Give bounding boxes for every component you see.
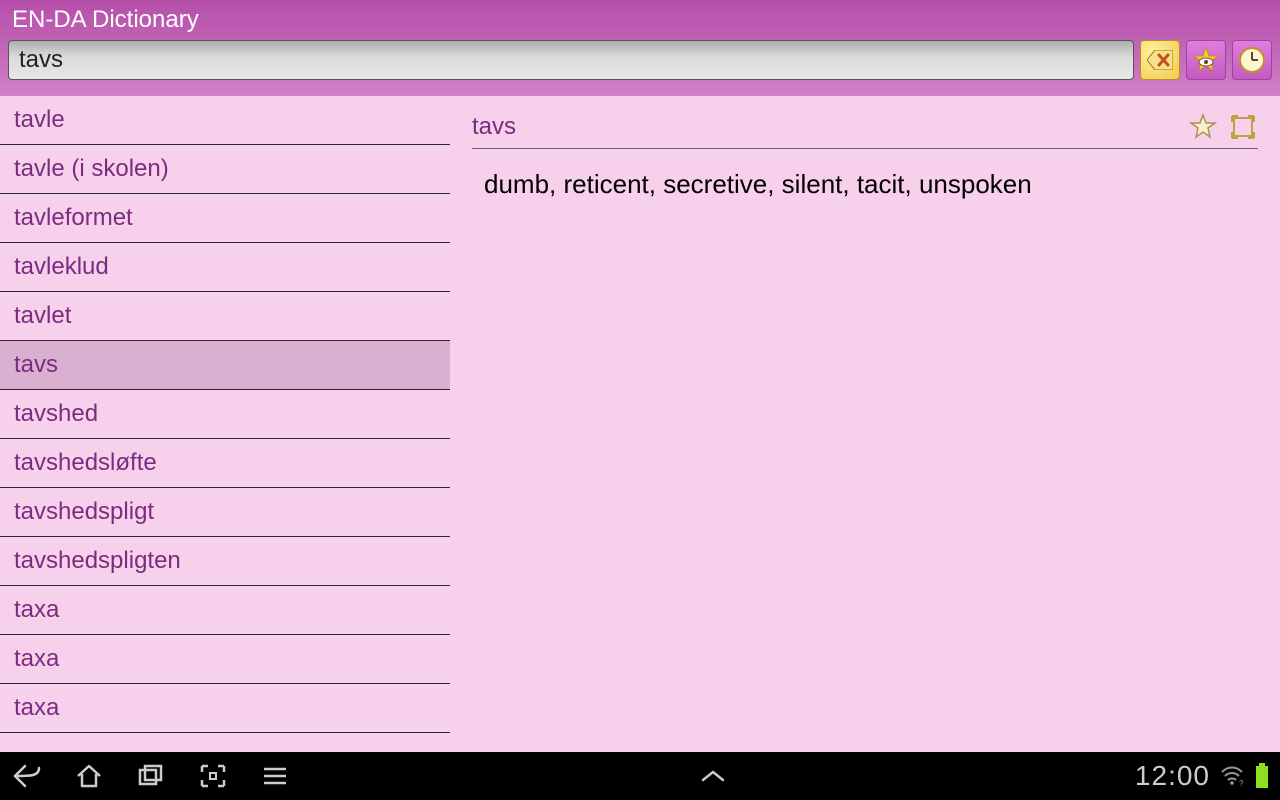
word-list-item[interactable]: tavshedspligt [0, 488, 450, 537]
word-list-item[interactable]: tavshedspligten [0, 537, 450, 586]
back-icon [11, 762, 43, 790]
history-button[interactable] [1232, 40, 1272, 80]
word-list-item[interactable]: tavs [0, 341, 450, 390]
word-list-item[interactable]: tavleklud [0, 243, 450, 292]
system-navbar: 12:00 ? [0, 752, 1280, 800]
recent-apps-button[interactable] [134, 759, 168, 793]
word-list-item[interactable]: tavle (i skolen) [0, 145, 450, 194]
expand-icon [1230, 114, 1256, 140]
menu-button[interactable] [258, 759, 292, 793]
clear-search-button[interactable] [1140, 40, 1180, 80]
app-title: EN-DA Dictionary [8, 4, 1272, 38]
entry-header-row: tavs [472, 112, 1258, 149]
word-list-item[interactable]: taxa [0, 684, 450, 733]
entry-content: tavs dumb, reticent, secretive, silent, … [450, 96, 1280, 752]
status-area: 12:00 ? [1135, 760, 1270, 792]
chevron-up-icon [699, 767, 727, 785]
fullscreen-button[interactable] [1228, 112, 1258, 142]
entry-word: tavs [472, 113, 516, 141]
entry-definition: dumb, reticent, secretive, silent, tacit… [472, 169, 1258, 200]
menu-icon [261, 764, 289, 788]
battery-icon [1254, 763, 1270, 789]
app-header: EN-DA Dictionary [0, 0, 1280, 96]
main-area: tavletavle (i skolen)tavleformettavleklu… [0, 96, 1280, 752]
entry-actions [1188, 112, 1258, 142]
search-input[interactable] [8, 40, 1134, 80]
backspace-icon [1147, 50, 1173, 70]
word-list-item[interactable]: tavleformet [0, 194, 450, 243]
word-list-sidebar[interactable]: tavletavle (i skolen)tavleformettavleklu… [0, 96, 450, 752]
word-list-item[interactable]: tavlet [0, 292, 450, 341]
screenshot-button[interactable] [196, 759, 230, 793]
nav-spacer [320, 759, 1107, 793]
recent-icon [136, 762, 166, 790]
star-outline-icon [1189, 113, 1217, 141]
wifi-icon: ? [1220, 765, 1244, 787]
word-list-item[interactable]: tavle [0, 96, 450, 145]
favorites-button[interactable] [1186, 40, 1226, 80]
home-button[interactable] [72, 759, 106, 793]
word-list-item[interactable]: tavshedsløfte [0, 439, 450, 488]
expand-nav-button[interactable] [696, 759, 730, 793]
back-button[interactable] [10, 759, 44, 793]
word-list-item[interactable]: taxa [0, 635, 450, 684]
status-clock: 12:00 [1135, 760, 1210, 792]
word-list-item[interactable]: tavshed [0, 390, 450, 439]
svg-text:?: ? [1239, 779, 1244, 787]
add-favorite-button[interactable] [1188, 112, 1218, 142]
word-list-item[interactable]: taxa [0, 586, 450, 635]
star-eye-icon [1191, 45, 1221, 75]
clock-icon [1237, 45, 1267, 75]
home-icon [74, 762, 104, 790]
capture-icon [198, 762, 228, 790]
search-row [8, 38, 1272, 82]
